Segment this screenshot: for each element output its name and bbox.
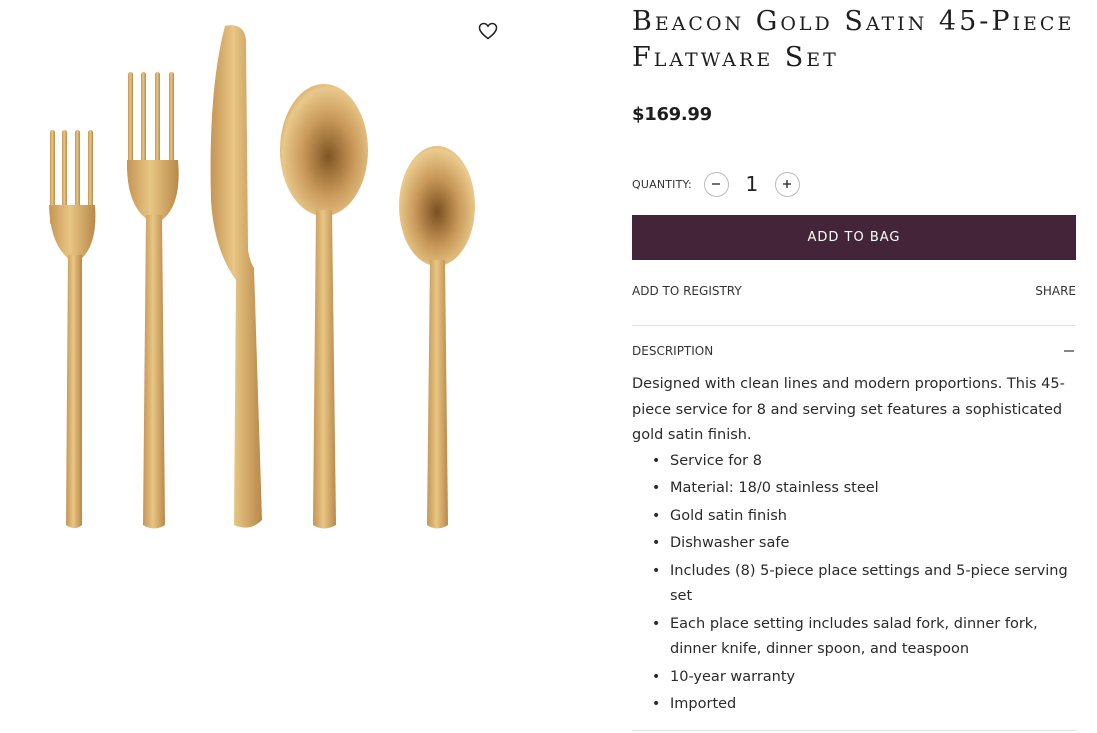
dinner-spoon: [280, 84, 368, 529]
secondary-actions: ADD TO REGISTRY SHARE: [632, 284, 1076, 298]
list-item: Each place setting includes salad fork, …: [652, 612, 1076, 663]
add-to-bag-button[interactable]: ADD TO BAG: [632, 215, 1076, 260]
add-to-registry-link[interactable]: ADD TO REGISTRY: [632, 284, 742, 298]
list-item: Imported: [652, 692, 1076, 718]
teaspoon: [399, 146, 475, 529]
salad-fork: [49, 130, 96, 528]
wishlist-button[interactable]: [478, 22, 504, 48]
quantity-value[interactable]: 1: [729, 172, 775, 196]
dinner-fork: [126, 72, 179, 529]
list-item: Includes (8) 5-piece place settings and …: [652, 559, 1076, 610]
share-link[interactable]: SHARE: [1035, 284, 1076, 298]
description-bullets: Service for 8 Material: 18/0 stainless s…: [652, 449, 1076, 718]
plus-icon: [783, 180, 792, 188]
list-item: Material: 18/0 stainless steel: [652, 476, 1076, 502]
list-item: Service for 8: [652, 449, 1076, 475]
minus-icon: [712, 183, 721, 185]
description-accordion-header[interactable]: DESCRIPTION: [632, 326, 1076, 376]
collapse-minus-icon[interactable]: [1062, 344, 1076, 358]
dinner-knife: [210, 25, 262, 528]
product-image[interactable]: [0, 0, 520, 560]
quantity-selector: QUANTITY: 1: [632, 171, 1076, 197]
list-item: 10-year warranty: [652, 665, 1076, 691]
divider: [632, 730, 1076, 731]
product-image-gallery: [0, 0, 520, 733]
quantity-decrease-button[interactable]: [703, 171, 729, 197]
quantity-increase-button[interactable]: [774, 171, 800, 197]
product-price: $169.99: [632, 104, 712, 125]
product-title: Beacon Gold Satin 45-Piece Flatware Set: [632, 6, 1075, 73]
product-info-panel: Beacon Gold Satin 45-Piece Flatware Set …: [632, 0, 1076, 720]
description-heading: DESCRIPTION: [632, 344, 714, 358]
description-text: Designed with clean lines and modern pro…: [632, 376, 1065, 443]
list-item: Dishwasher safe: [652, 531, 1076, 557]
list-item: Gold satin finish: [652, 504, 1076, 530]
heart-outline-icon: [478, 22, 498, 40]
quantity-label: QUANTITY:: [632, 177, 692, 191]
